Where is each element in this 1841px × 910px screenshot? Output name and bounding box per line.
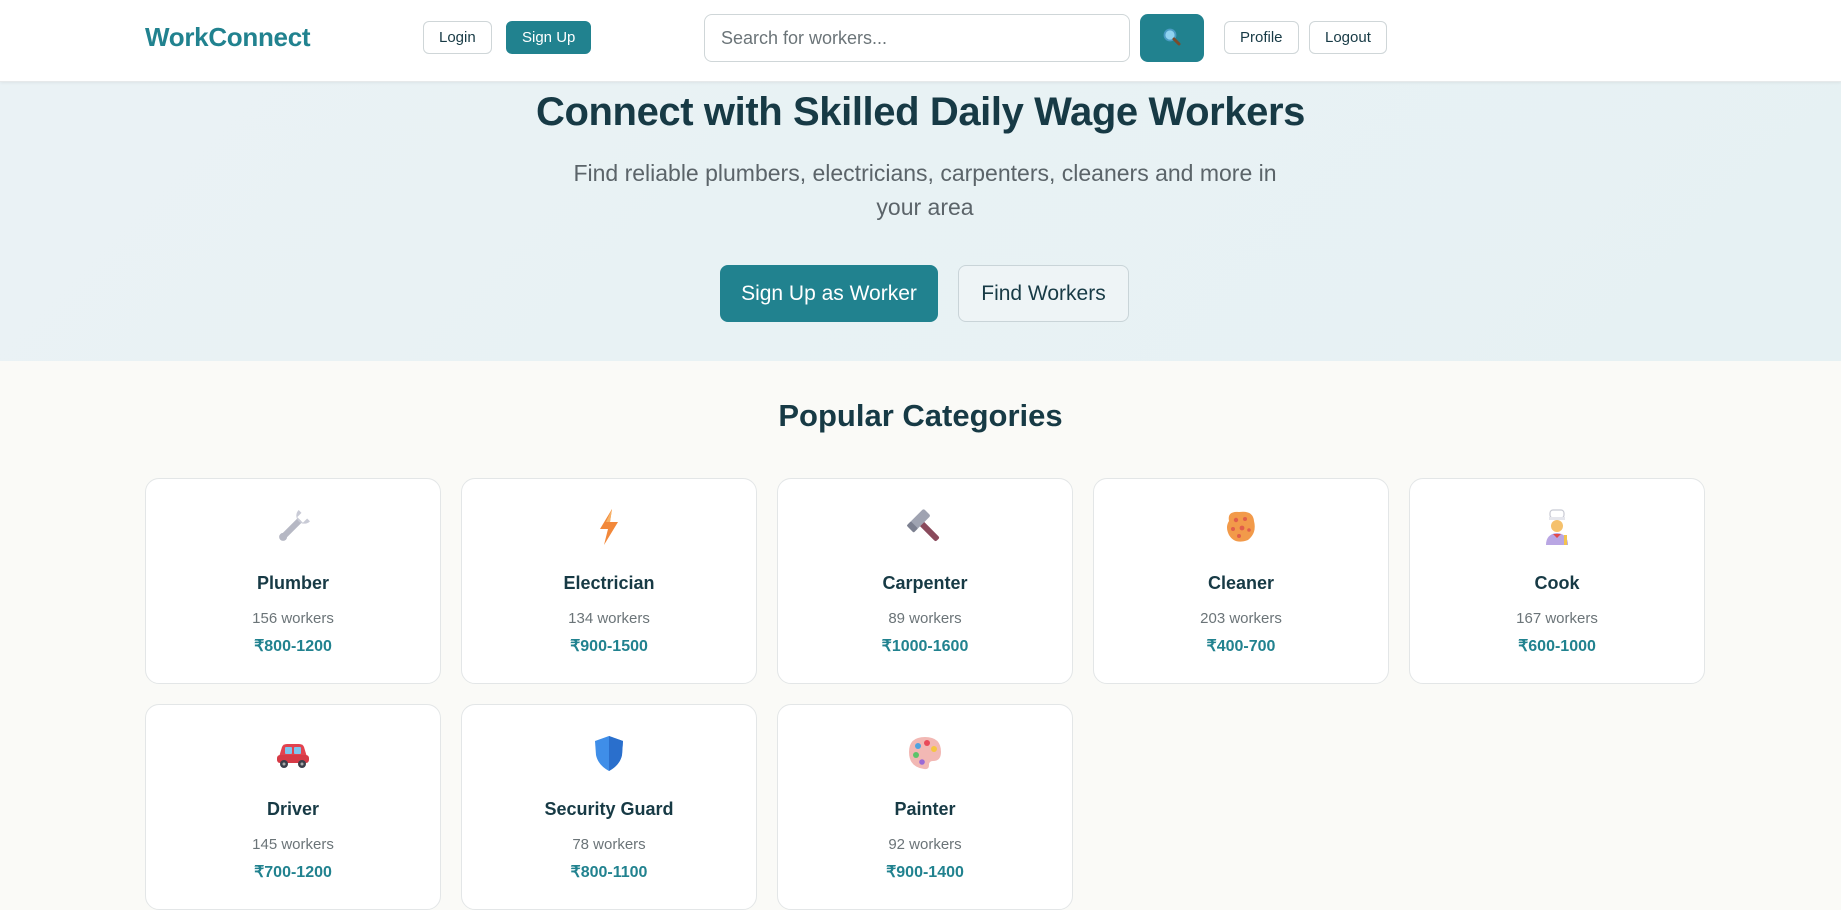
top-navbar: WorkConnect Login Sign Up Profile Logout [0, 0, 1841, 82]
logout-button[interactable]: Logout [1309, 21, 1387, 54]
category-name: Electrician [563, 573, 655, 593]
category-name: Cleaner [1207, 573, 1275, 593]
lightning-icon [462, 505, 756, 549]
category-count: 89 workers [888, 610, 962, 627]
category-count: 78 workers [572, 836, 646, 853]
category-name: Plumber [256, 573, 330, 593]
cook-icon [1410, 505, 1704, 549]
brand-logo[interactable]: WorkConnect [145, 22, 311, 53]
shield-icon [462, 731, 756, 775]
category-name: Cook [1534, 573, 1580, 593]
hero-subtitle: Find reliable plumbers, electricians, ca… [573, 160, 1277, 220]
category-count: 92 workers [888, 836, 962, 853]
profile-button[interactable]: Profile [1224, 21, 1299, 54]
category-name: Carpenter [882, 573, 968, 593]
category-name: Painter [894, 799, 956, 819]
find-workers-button[interactable]: Find Workers [958, 265, 1129, 322]
login-button[interactable]: Login [423, 21, 492, 54]
category-count: 145 workers [252, 836, 334, 853]
sponge-icon [1094, 505, 1388, 549]
category-card-cleaner[interactable]: Cleaner 203 workers ₹400-700 [1093, 478, 1389, 684]
search-input[interactable] [704, 14, 1130, 62]
category-card-security-guard[interactable]: Security Guard 78 workers ₹800-1100 [461, 704, 757, 910]
category-name: Security Guard [544, 799, 674, 819]
category-count: 167 workers [1516, 610, 1598, 627]
category-card-driver[interactable]: Driver 145 workers ₹700-1200 [145, 704, 441, 910]
hammer-icon [778, 505, 1072, 549]
category-name: Driver [266, 799, 320, 819]
category-card-carpenter[interactable]: Carpenter 89 workers ₹1000-1600 [777, 478, 1073, 684]
category-rate: ₹800-1100 [570, 864, 648, 881]
category-rate: ₹900-1400 [886, 864, 964, 881]
magnifier-icon [1162, 27, 1182, 50]
category-rate: ₹400-700 [1206, 638, 1276, 655]
category-count: 203 workers [1200, 610, 1282, 627]
category-rate: ₹1000-1600 [881, 638, 969, 655]
category-rate: ₹600-1000 [1518, 638, 1596, 655]
category-card-plumber[interactable]: Plumber 156 workers ₹800-1200 [145, 478, 441, 684]
category-card-painter[interactable]: Painter 92 workers ₹900-1400 [777, 704, 1073, 910]
car-icon [146, 731, 440, 775]
palette-icon [778, 731, 1072, 775]
category-rate: ₹800-1200 [254, 638, 332, 655]
hero-section: Connect with Skilled Daily Wage Workers … [0, 82, 1841, 361]
signup-button[interactable]: Sign Up [506, 21, 592, 54]
category-rate: ₹700-1200 [254, 864, 332, 881]
category-card-electrician[interactable]: Electrician 134 workers ₹900-1500 [461, 478, 757, 684]
search-button[interactable] [1140, 14, 1204, 62]
hero-title: Connect with Skilled Daily Wage Workers [535, 90, 1306, 134]
category-count: 156 workers [252, 610, 334, 627]
category-count: 134 workers [568, 610, 650, 627]
category-rate: ₹900-1500 [570, 638, 648, 655]
signup-as-worker-button[interactable]: Sign Up as Worker [720, 265, 938, 322]
categories-title: Popular Categories [778, 398, 1063, 433]
category-card-cook[interactable]: Cook 167 workers ₹600-1000 [1409, 478, 1705, 684]
wrench-icon [146, 505, 440, 549]
